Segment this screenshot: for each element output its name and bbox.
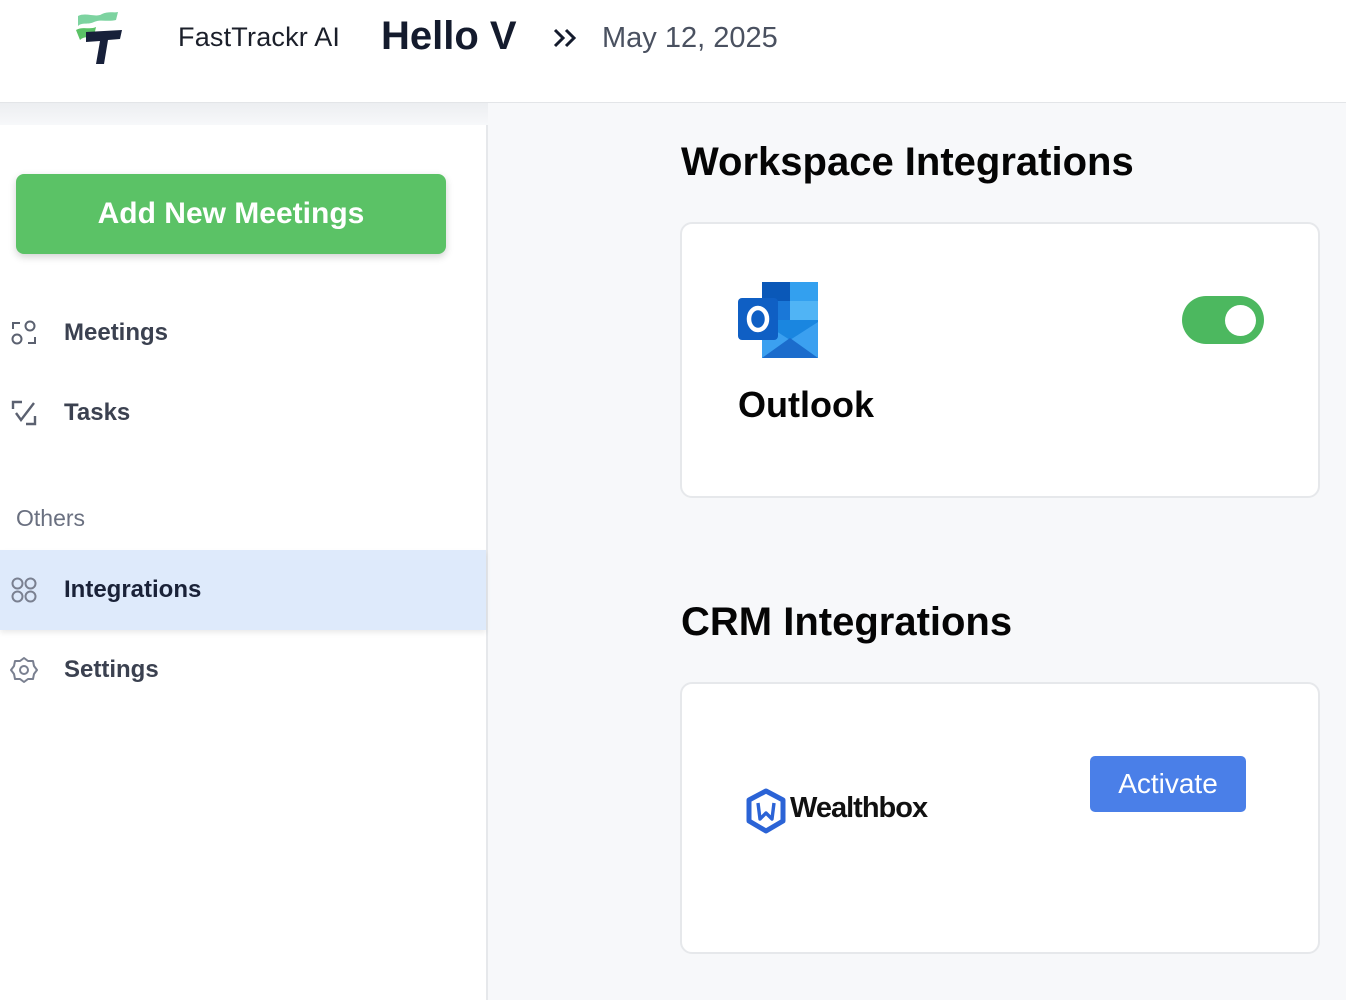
top-header: FastTrackr AI Hello V May 12, 2025 bbox=[0, 0, 1346, 103]
double-chevron-right-icon bbox=[553, 28, 577, 48]
app-page: FastTrackr AI Hello V May 12, 2025 Add N… bbox=[0, 0, 1346, 1000]
app-name: FastTrackr AI bbox=[178, 22, 341, 52]
header-shadow bbox=[0, 103, 488, 125]
outlook-icon bbox=[738, 282, 818, 358]
activate-wealthbox-button[interactable]: Activate bbox=[1090, 756, 1246, 812]
sidebar-item-tasks[interactable]: Tasks bbox=[0, 373, 486, 453]
integrations-icon bbox=[11, 577, 37, 603]
add-new-meetings-button[interactable]: Add New Meetings bbox=[16, 174, 446, 254]
outlook-integration-card: Outlook bbox=[680, 222, 1320, 498]
fasttrackr-logo bbox=[76, 12, 122, 64]
sidebar: Add New Meetings Meetings Tasks Others I… bbox=[0, 125, 488, 1000]
tasks-icon bbox=[11, 400, 37, 426]
sidebar-item-label: Meetings bbox=[64, 319, 169, 346]
workspace-integrations-title: Workspace Integrations bbox=[681, 140, 1134, 184]
sidebar-item-label: Integrations bbox=[64, 576, 202, 603]
sidebar-item-settings[interactable]: Settings bbox=[0, 630, 486, 710]
sidebar-item-meetings[interactable]: Meetings bbox=[0, 293, 486, 373]
outlook-label: Outlook bbox=[738, 384, 874, 425]
wealthbox-label: Wealthbox bbox=[790, 792, 928, 824]
meetings-icon bbox=[11, 320, 36, 345]
settings-icon bbox=[10, 657, 38, 683]
current-date: May 12, 2025 bbox=[602, 22, 778, 54]
greeting-title: Hello V bbox=[381, 14, 517, 58]
section-label-others: Others bbox=[16, 505, 86, 531]
outlook-toggle[interactable] bbox=[1182, 296, 1264, 344]
sidebar-item-label: Settings bbox=[64, 656, 159, 683]
wealthbox-integration-card: Wealthbox Activate bbox=[680, 682, 1320, 954]
crm-integrations-title: CRM Integrations bbox=[681, 600, 1013, 644]
toggle-knob bbox=[1225, 305, 1256, 336]
sidebar-item-integrations[interactable]: Integrations bbox=[0, 550, 486, 630]
sidebar-item-label: Tasks bbox=[64, 399, 131, 426]
